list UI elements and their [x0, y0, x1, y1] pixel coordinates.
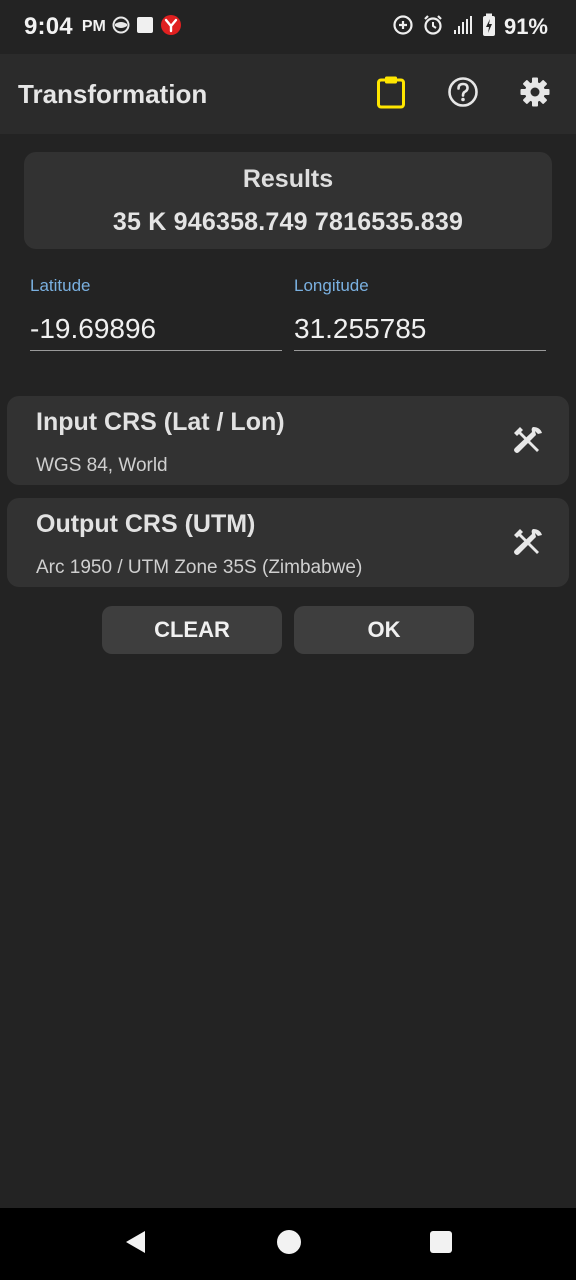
status-bar-left: 9:04 PM	[24, 13, 182, 41]
results-card: Results 35 K 946358.749 7816535.839	[24, 152, 552, 249]
data-saver-icon	[392, 14, 414, 41]
status-time: 9:04	[24, 13, 73, 40]
help-icon	[447, 76, 479, 113]
clear-button[interactable]: CLEAR	[102, 606, 282, 654]
recents-icon	[429, 1230, 452, 1253]
battery-percent: 91%	[503, 14, 548, 39]
notification-red-app-icon	[160, 14, 182, 41]
output-crs-subtitle: Arc 1950 / UTM Zone 35S (Zimbabwe)	[36, 557, 363, 578]
tools-icon	[511, 427, 545, 462]
status-bar: 9:04 PM 91%	[0, 0, 576, 54]
notification-square-icon	[136, 16, 154, 39]
latitude-field: Latitude -19.69896	[30, 276, 282, 351]
clipboard-button[interactable]	[368, 71, 414, 117]
help-button[interactable]	[440, 71, 486, 117]
back-button[interactable]	[123, 1229, 149, 1260]
output-crs-title: Output CRS (UTM)	[36, 510, 256, 538]
settings-button[interactable]	[512, 71, 558, 117]
recents-button[interactable]	[429, 1230, 453, 1259]
home-button[interactable]	[276, 1229, 302, 1260]
app-bar-actions	[368, 71, 558, 117]
transformation-screen: 9:04 PM 91% Transformation Results 35 K …	[0, 0, 576, 1280]
longitude-field: Longitude 31.255785	[294, 276, 546, 351]
results-title: Results	[242, 164, 334, 193]
output-crs-card[interactable]: Output CRS (UTM) Arc 1950 / UTM Zone 35S…	[7, 498, 569, 587]
page-title: Transformation	[18, 78, 208, 109]
longitude-input[interactable]: 31.255785	[294, 310, 546, 351]
input-crs-title: Input CRS (Lat / Lon)	[36, 408, 285, 436]
results-value: 35 K 946358.749 7816535.839	[112, 207, 464, 236]
app-bar: Transformation	[0, 54, 576, 134]
input-crs-tools-button[interactable]	[511, 424, 545, 458]
clipboard-icon	[376, 75, 406, 114]
system-nav-bar	[0, 1208, 576, 1280]
status-bar-right: 91%	[392, 13, 548, 42]
status-ampm: PM	[81, 18, 106, 35]
latitude-input[interactable]: -19.69896	[30, 310, 282, 351]
signal-icon	[452, 14, 474, 41]
settings-icon	[519, 76, 551, 113]
battery-charging-icon	[482, 13, 496, 42]
longitude-label: Longitude	[294, 276, 369, 295]
home-icon	[276, 1229, 301, 1254]
alarm-icon	[422, 14, 444, 41]
back-icon	[126, 1230, 146, 1253]
ok-button[interactable]: OK	[294, 606, 474, 654]
output-crs-tools-button[interactable]	[511, 526, 545, 560]
input-crs-subtitle: WGS 84, World	[36, 455, 168, 476]
latitude-label: Latitude	[30, 276, 91, 295]
tools-icon	[511, 529, 545, 564]
input-crs-card[interactable]: Input CRS (Lat / Lon) WGS 84, World	[7, 396, 569, 485]
notification-app-icon	[112, 16, 130, 39]
